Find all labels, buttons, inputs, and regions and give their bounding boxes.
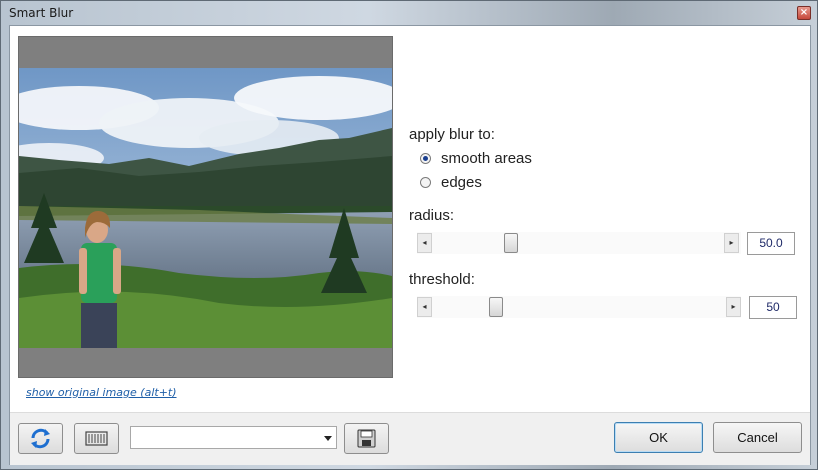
title-bar: Smart Blur ×	[1, 1, 817, 25]
ok-button[interactable]: OK	[614, 422, 703, 453]
radius-value-field[interactable]: 50.0	[747, 232, 795, 255]
radius-slider[interactable]	[417, 232, 741, 254]
radio-smooth-areas-label[interactable]: smooth areas	[441, 150, 532, 167]
landscape-photo	[19, 68, 392, 348]
smart-blur-dialog: Smart Blur × show original image (alt+t)…	[0, 0, 818, 470]
window-title: Smart Blur	[9, 6, 74, 20]
radio-edges[interactable]	[420, 177, 431, 188]
refresh-icon	[31, 428, 50, 449]
threshold-increase-button[interactable]: ▸	[726, 297, 741, 317]
radio-selected-dot	[423, 156, 428, 161]
close-icon[interactable]: ×	[797, 6, 811, 20]
preset-dropdown[interactable]	[130, 426, 337, 449]
save-icon	[357, 429, 376, 448]
chevron-down-icon	[324, 436, 332, 441]
threshold-decrease-button[interactable]: ◂	[417, 297, 432, 317]
threshold-value-field[interactable]: 50	[749, 296, 797, 319]
radius-increase-button[interactable]: ▸	[724, 233, 739, 253]
keyboard-icon	[85, 431, 108, 446]
save-preset-button[interactable]	[344, 423, 389, 454]
radius-label: radius:	[409, 207, 455, 224]
radius-decrease-button[interactable]: ◂	[417, 233, 432, 253]
radius-slider-thumb[interactable]	[504, 233, 518, 253]
show-original-link[interactable]: show original image (alt+t)	[26, 386, 177, 399]
button-bar: OK Cancel	[10, 412, 810, 465]
cancel-button[interactable]: Cancel	[713, 422, 802, 453]
apply-blur-label: apply blur to:	[409, 126, 495, 143]
radio-edges-label[interactable]: edges	[441, 174, 482, 191]
reset-button[interactable]	[18, 423, 63, 454]
keyboard-button[interactable]	[74, 423, 119, 454]
threshold-slider-thumb[interactable]	[489, 297, 503, 317]
radio-smooth-areas[interactable]	[420, 153, 431, 164]
dialog-body: show original image (alt+t) apply blur t…	[9, 25, 811, 465]
preview-image	[19, 68, 392, 348]
threshold-label: threshold:	[409, 271, 475, 288]
threshold-slider[interactable]	[417, 296, 741, 318]
preview-pane	[18, 36, 393, 378]
